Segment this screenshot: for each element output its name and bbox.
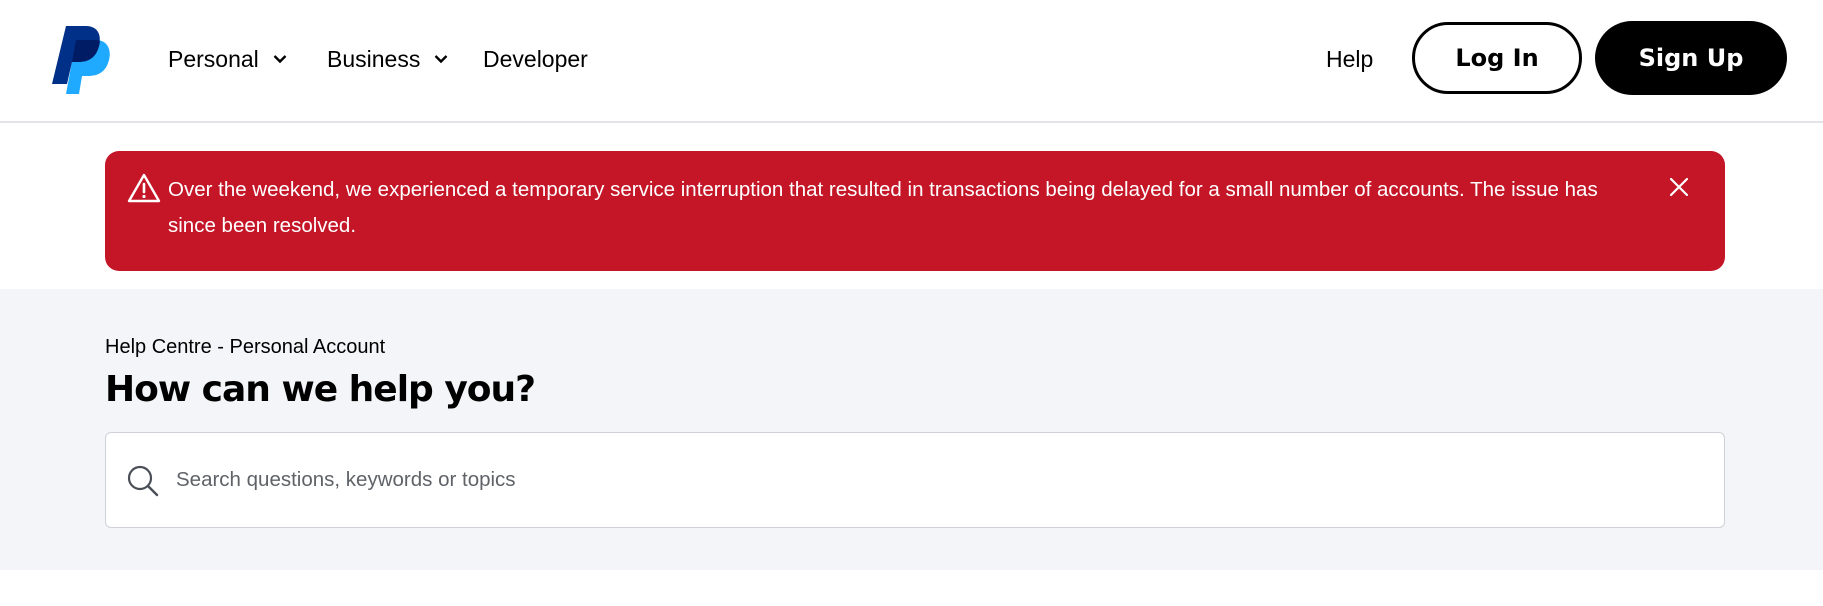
chevron-down-icon <box>273 55 287 64</box>
help-centre-section: Help Centre - Personal Account How can w… <box>0 289 1823 570</box>
nav-developer-label: Developer <box>483 46 588 72</box>
paypal-logo-icon <box>52 26 110 94</box>
service-alert-banner: Over the weekend, we experienced a tempo… <box>105 151 1725 271</box>
nav-business[interactable]: Business <box>327 42 448 76</box>
breadcrumb: Help Centre - Personal Account <box>105 336 386 358</box>
search-input[interactable] <box>176 453 1676 507</box>
alert-message: Over the weekend, we experienced a tempo… <box>168 178 1598 237</box>
nav-personal-label: Personal <box>168 46 259 72</box>
warning-triangle-icon <box>127 173 161 203</box>
signup-button[interactable]: Sign Up <box>1595 21 1787 95</box>
signup-button-label: Sign Up <box>1638 44 1744 72</box>
login-button-label: Log In <box>1455 44 1539 72</box>
page-title: How can we help you? <box>105 369 536 410</box>
paypal-logo[interactable] <box>52 26 110 94</box>
nav-help-label: Help <box>1326 46 1374 72</box>
nav-help[interactable]: Help <box>1326 42 1373 76</box>
nav-personal[interactable]: Personal <box>168 42 287 76</box>
search-box[interactable] <box>105 432 1725 528</box>
chevron-down-icon <box>434 55 448 64</box>
login-button[interactable]: Log In <box>1412 22 1582 94</box>
nav-developer[interactable]: Developer <box>483 42 588 76</box>
site-header: Personal Business Developer Help Log In … <box>0 0 1823 123</box>
search-icon <box>127 465 159 497</box>
close-icon[interactable] <box>1668 176 1690 198</box>
nav-business-label: Business <box>327 46 421 72</box>
